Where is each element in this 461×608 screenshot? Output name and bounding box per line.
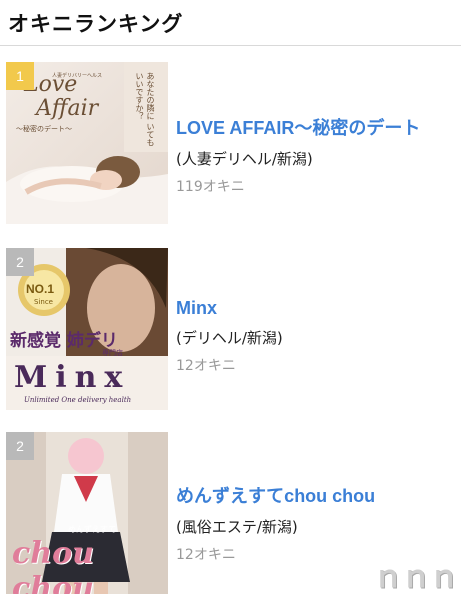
rank-badge: 2 — [6, 432, 34, 460]
shop-name-link[interactable]: LOVE AFFAIR～秘密のデート — [176, 114, 420, 140]
thumb-logo: chou chou — [12, 536, 94, 594]
shop-info: LOVE AFFAIR～秘密のデート (人妻デリヘル/新潟) 119オキニ — [176, 114, 420, 196]
thumb-logo: Minx — [14, 360, 131, 395]
shop-name-link[interactable]: Minx — [176, 298, 283, 319]
shop-info: めんずえすてchou chou (風俗エステ/新潟) 12オキニ — [176, 482, 375, 564]
thumb-catch: あなたの隣に いてもいいですか？ — [135, 72, 155, 147]
thumb-tagline: Unlimited One delivery health — [24, 396, 132, 404]
rank-badge: 2 — [6, 248, 34, 276]
thumb-subtitle: 〜秘密のデート〜 — [16, 125, 72, 133]
site-logo-watermark: ｎｎｎ — [373, 560, 459, 595]
shop-info: Minx (デリヘル/新潟) 12オキニ — [176, 298, 283, 375]
rank-badge: 1 — [6, 62, 34, 90]
shop-category: (デリヘル/新潟) — [176, 329, 283, 347]
okini-count: 119オキニ — [176, 179, 245, 195]
shop-thumbnail[interactable]: 2 めんずえすて chou chou — [6, 432, 168, 594]
thumb-title-small: 専門店 — [102, 349, 123, 357]
shop-name-link[interactable]: めんずえすてchou chou — [176, 482, 375, 508]
thumb-badge-no: NO.1 — [26, 282, 55, 296]
ranking-item[interactable]: 2 NO.1 Since 新感覚 姉デリ 専門店 Minx Unlimited … — [0, 248, 461, 424]
shop-thumbnail[interactable]: 1 Love Affair 人妻デリバリーヘルス 〜秘密のデート〜 あなたの隣に… — [6, 62, 168, 224]
shop-thumbnail[interactable]: 2 NO.1 Since 新感覚 姉デリ 専門店 Minx Unlimited … — [6, 248, 168, 410]
page-title: オキニランキング — [8, 12, 184, 36]
thumb-jp: めんずえすて — [68, 525, 117, 534]
page-header: オキニランキング — [0, 0, 461, 46]
thumb-logo-2: Affair — [36, 96, 99, 121]
shop-category: (人妻デリヘル/新潟) — [176, 150, 313, 168]
ranking-item[interactable]: 1 Love Affair 人妻デリバリーヘルス 〜秘密のデート〜 あなたの隣に… — [0, 62, 461, 238]
thumb-badge-sub: Since — [34, 298, 53, 306]
shop-category: (風俗エステ/新潟) — [176, 518, 298, 536]
okini-count: 12オキニ — [176, 358, 236, 374]
thumb-tag: 人妻デリバリーヘルス — [52, 73, 103, 79]
okini-count: 12オキニ — [176, 547, 236, 563]
